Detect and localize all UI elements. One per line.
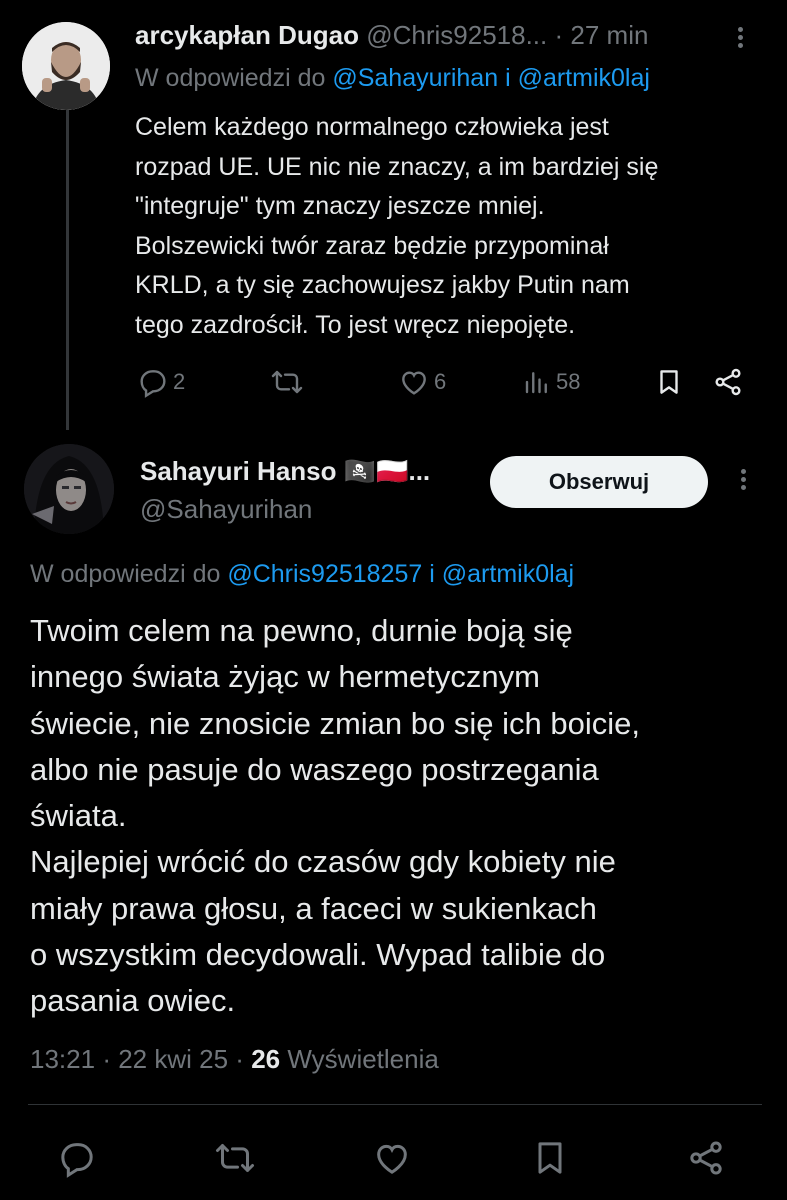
separator-dot: · xyxy=(102,1044,111,1074)
bookmark-button[interactable] xyxy=(530,1138,570,1178)
bookmark-icon xyxy=(538,1142,562,1174)
user-handle[interactable]: @Chris92518... xyxy=(366,20,547,50)
bookmark-button[interactable] xyxy=(654,366,684,398)
repost-button[interactable] xyxy=(214,1138,256,1178)
reply-icon xyxy=(140,370,166,398)
separator-dot: · xyxy=(235,1044,244,1074)
user-handle[interactable]: @Sahayurihan xyxy=(140,494,312,525)
share-icon xyxy=(715,368,741,396)
reply-icon xyxy=(61,1143,93,1178)
share-icon xyxy=(690,1141,722,1175)
like-count: 6 xyxy=(434,369,447,394)
display-name[interactable]: arcykapłan Dugao xyxy=(135,20,359,50)
more-options-icon[interactable] xyxy=(733,466,753,496)
reply-count: 2 xyxy=(173,369,186,394)
reply-tweet-header: arcykapłan Dugao @Chris92518... · 27 min xyxy=(135,20,648,51)
thread-line xyxy=(66,110,69,430)
tweet-meta: 13:21 · 22 kwi 25 · 26 Wyświetlenia xyxy=(30,1044,439,1075)
like-button[interactable] xyxy=(372,1138,412,1178)
views-count[interactable]: 26 xyxy=(251,1044,280,1074)
views-icon xyxy=(525,372,547,394)
replying-to-label: W odpowiedzi do xyxy=(135,64,326,92)
heart-icon xyxy=(377,1144,407,1174)
replying-to: W odpowiedzi do @Chris92518257 i @artmik… xyxy=(30,560,574,589)
tweet-time[interactable]: 13:21 xyxy=(30,1044,95,1074)
replying-to-and: i xyxy=(429,560,435,588)
divider xyxy=(28,1104,762,1105)
follow-button[interactable]: Obserwuj xyxy=(490,456,708,508)
repost-button[interactable] xyxy=(270,366,304,398)
tweet-text: Celem każdego normalnego człowieka jest … xyxy=(135,113,659,339)
replying-to-label: W odpowiedzi do xyxy=(30,560,221,588)
avatar-dugao[interactable] xyxy=(22,22,110,110)
mention-link[interactable]: @artmik0laj xyxy=(442,560,574,588)
separator-dot: · xyxy=(554,20,564,50)
replying-to: W odpowiedzi do @Sahayurihan i @artmik0l… xyxy=(135,64,650,93)
bookmark-icon xyxy=(660,370,678,394)
reply-button[interactable] xyxy=(57,1138,97,1178)
mention-link[interactable]: @Chris92518257 xyxy=(227,560,422,588)
like-button[interactable]: 6 xyxy=(398,366,446,398)
display-name[interactable]: Sahayuri Hanso 🏴‍☠️🇵🇱... xyxy=(140,456,430,487)
tweet-text: Twoim celem na pewno, durnie boją się in… xyxy=(30,613,640,1019)
tweet-time[interactable]: 27 min xyxy=(570,20,648,50)
views-count: 58 xyxy=(556,369,581,394)
repost-icon xyxy=(271,370,303,394)
views-label[interactable]: Wyświetlenia xyxy=(287,1044,438,1074)
views-button[interactable]: 58 xyxy=(522,366,580,398)
mention-link[interactable]: @Sahayurihan xyxy=(332,64,498,92)
reply-button[interactable]: 2 xyxy=(137,366,185,398)
replying-to-and: i xyxy=(505,64,511,92)
mention-link[interactable]: @artmik0laj xyxy=(518,64,650,92)
more-options-icon[interactable] xyxy=(730,24,750,54)
repost-icon xyxy=(216,1144,254,1172)
avatar-image xyxy=(22,22,110,110)
heart-icon xyxy=(402,371,426,395)
tweet-date[interactable]: 22 kwi 25 xyxy=(118,1044,228,1074)
share-button[interactable] xyxy=(686,1138,726,1178)
share-button[interactable] xyxy=(712,366,744,398)
avatar-image xyxy=(24,444,114,534)
avatar-sahayuri[interactable] xyxy=(24,444,114,534)
